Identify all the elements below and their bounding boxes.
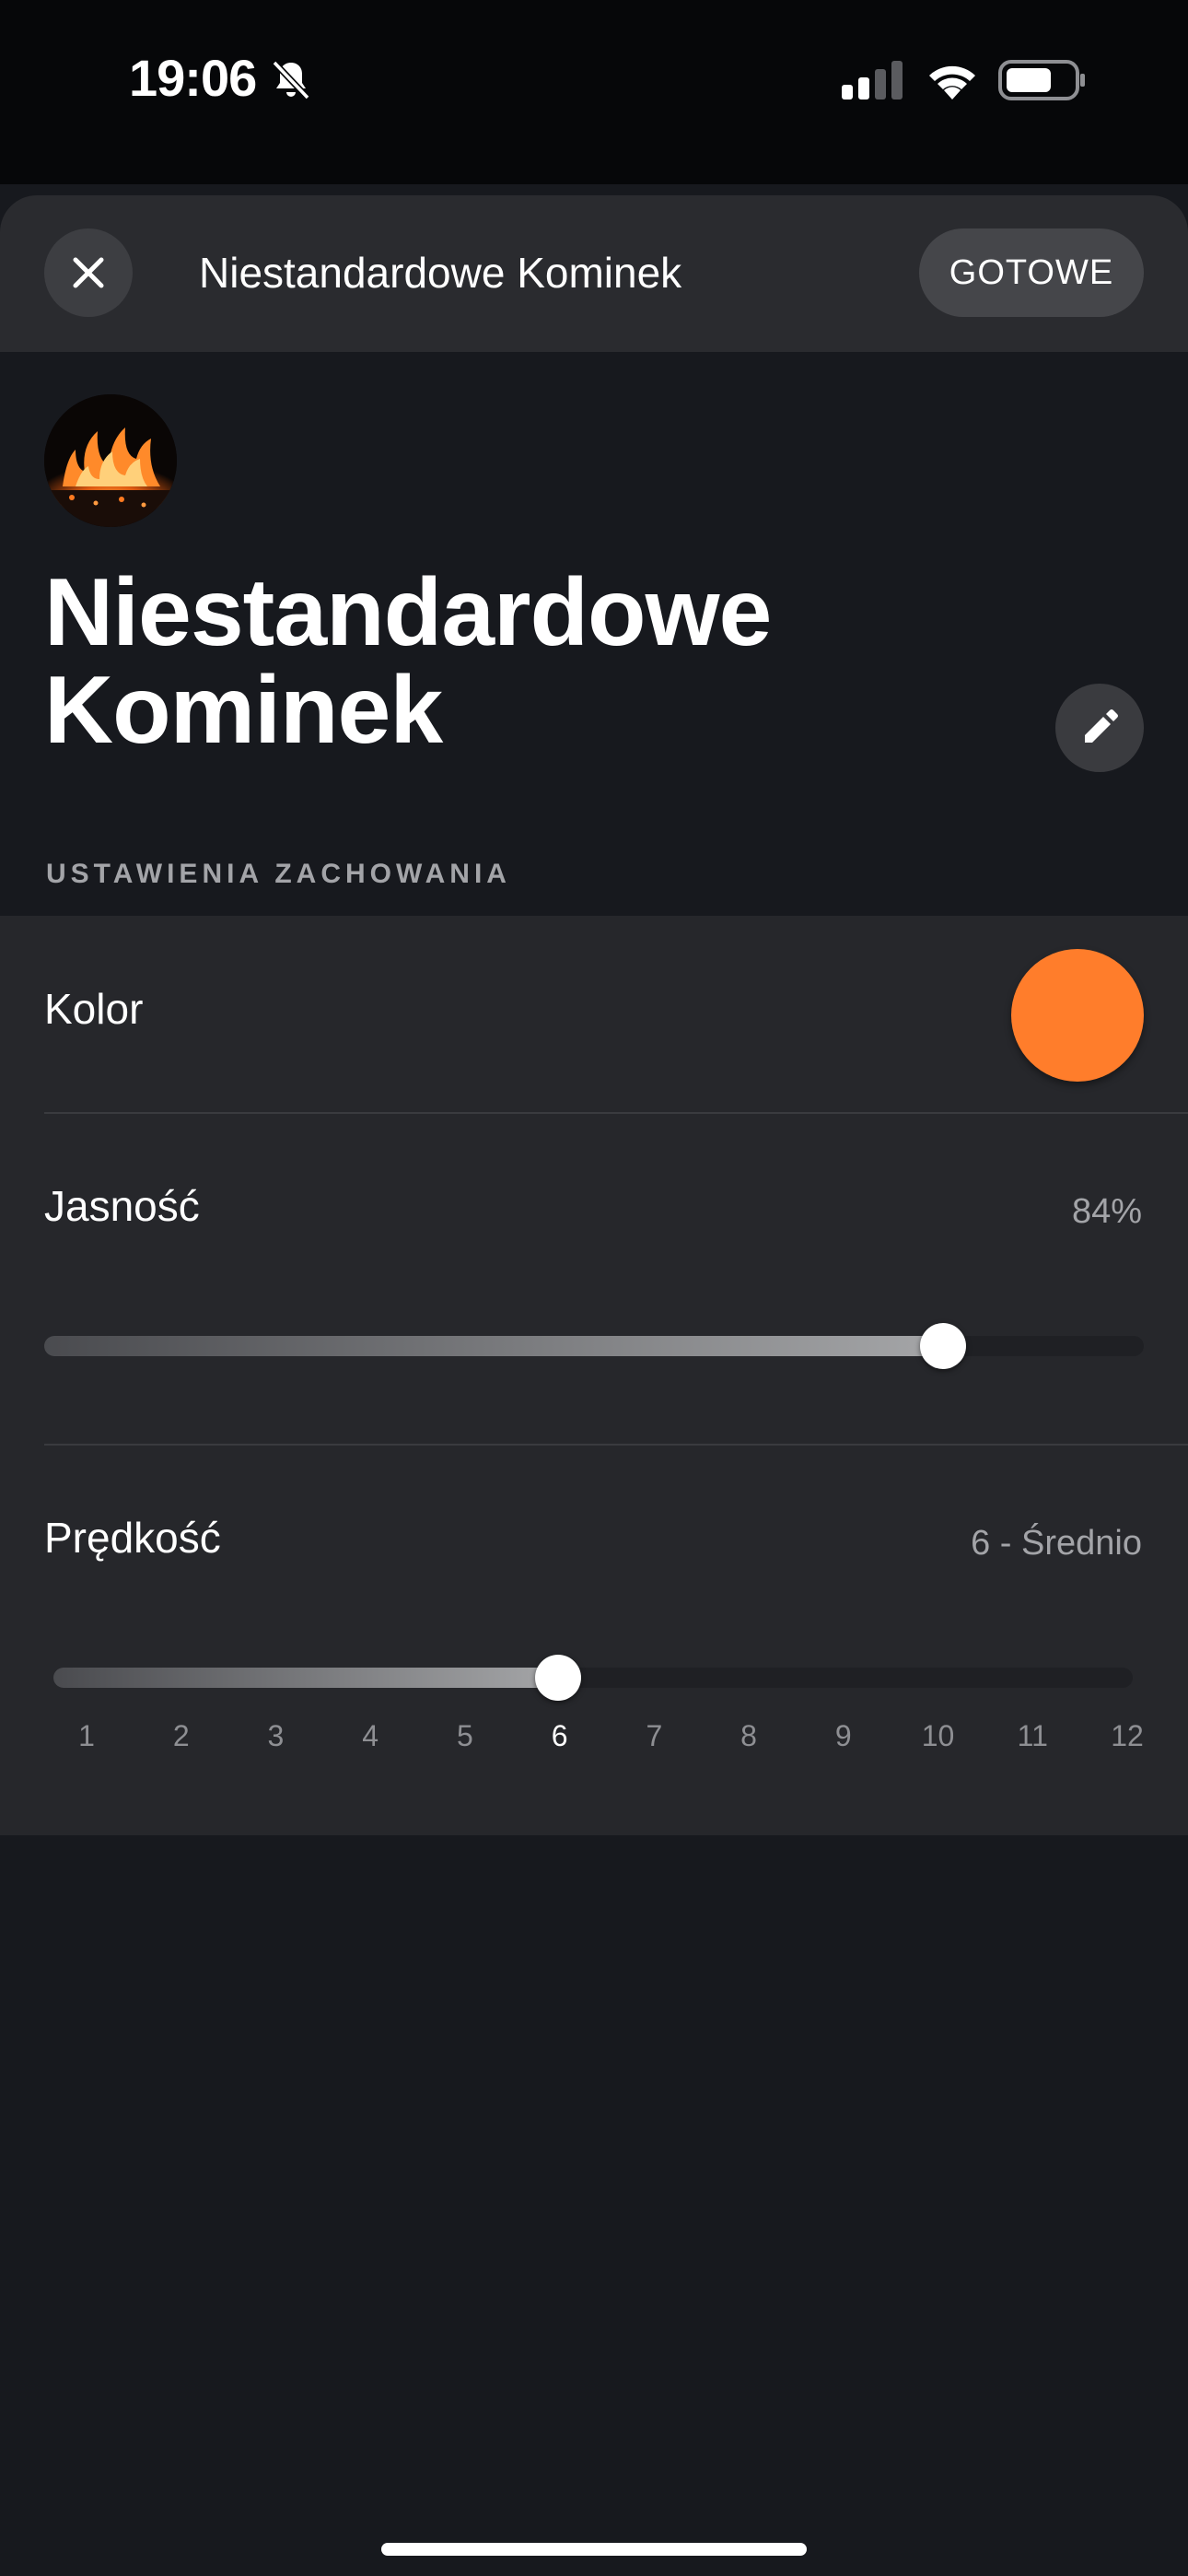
edit-name-button[interactable] <box>1055 684 1144 772</box>
battery-icon <box>998 60 1085 100</box>
speed-tick-label: 5 <box>457 1719 473 1752</box>
brightness-label: Jasność <box>44 1182 200 1230</box>
brightness-slider-fill <box>44 1336 943 1356</box>
brightness-slider-thumb[interactable] <box>919 1323 966 1369</box>
speed-value: 6 - Średnio <box>971 1524 1142 1563</box>
speed-slider-fill <box>53 1668 558 1688</box>
speed-tick-label: 6 <box>551 1719 568 1752</box>
divider <box>44 1112 1188 1114</box>
sheet-title: Niestandardowe Kominek <box>199 249 682 297</box>
speed-tick-label: 7 <box>646 1719 663 1752</box>
speed-tick-label: 8 <box>740 1719 757 1752</box>
color-swatch-button[interactable] <box>1011 949 1144 1082</box>
brightness-value: 84% <box>1071 1192 1142 1231</box>
speed-tick-label: 9 <box>834 1719 852 1752</box>
speed-tick-label: 4 <box>362 1719 379 1752</box>
done-button[interactable]: GOTOWE <box>919 228 1144 317</box>
speed-tick-label: 1 <box>78 1719 95 1752</box>
section-header: USTAWIENIA ZACHOWANIA <box>46 859 511 889</box>
fireplace-avatar <box>44 394 177 527</box>
page-title-line2: Kominek <box>44 657 443 764</box>
status-time: 19:06 <box>129 49 257 107</box>
speed-tick-label: 2 <box>172 1719 190 1752</box>
speed-tick-label: 12 <box>1111 1719 1144 1752</box>
page-title: Niestandardowe Kominek <box>44 564 965 759</box>
wifi-icon <box>929 65 975 100</box>
status-bar: 19:06 <box>0 0 1188 184</box>
home-indicator <box>381 2543 807 2556</box>
speed-tick-label: 10 <box>921 1719 955 1752</box>
fireplace-flame-image <box>44 394 177 527</box>
color-label: Kolor <box>44 985 144 1033</box>
speed-tick-labels: 1 2 3 4 5 6 7 8 9 10 11 12 <box>57 1719 1144 1756</box>
speed-tick-label: 11 <box>1017 1719 1048 1752</box>
settings-card: Kolor Jasność 84% Prędkość 6 - Średnio 1… <box>0 916 1188 1835</box>
speed-slider[interactable] <box>53 1668 1133 1688</box>
pencil-icon <box>1085 709 1118 743</box>
speed-slider-thumb[interactable] <box>534 1655 581 1701</box>
sheet-header: Niestandardowe Kominek GOTOWE <box>0 195 1188 352</box>
divider <box>44 1444 1188 1446</box>
speed-tick-label: 3 <box>267 1719 285 1752</box>
brightness-slider[interactable] <box>44 1336 1144 1356</box>
close-button[interactable] <box>44 228 133 317</box>
signal-icon <box>842 61 903 100</box>
page-title-line1: Niestandardowe <box>44 559 772 666</box>
bell-slash-icon <box>272 60 310 100</box>
speed-label: Prędkość <box>44 1514 221 1562</box>
close-icon <box>73 257 104 288</box>
